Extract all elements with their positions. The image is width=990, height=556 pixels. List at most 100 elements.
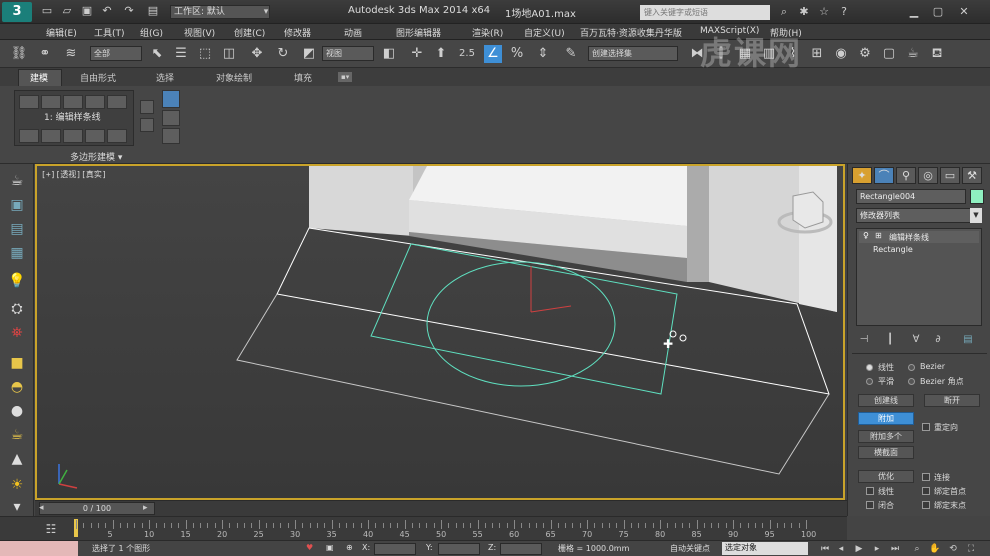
angle-snap-icon[interactable]: ∠ <box>484 45 502 63</box>
configure-sets-icon[interactable]: ▤ <box>960 332 976 348</box>
orbit-icon[interactable]: ⟲ <box>946 542 960 556</box>
ribbon-tool-b-icon[interactable] <box>140 118 154 132</box>
tab-modeling[interactable]: 建模 <box>30 71 48 84</box>
prev-frame-icon[interactable]: ◂ <box>39 502 49 515</box>
material-editor-icon[interactable]: ◉ <box>832 45 850 63</box>
create-line-button[interactable]: 创建线 <box>858 394 914 407</box>
layer-explorer-icon[interactable]: ▦ <box>8 244 26 262</box>
tab-populate[interactable]: 填充 <box>294 71 312 84</box>
maxscript-listener[interactable] <box>0 541 78 556</box>
attach-multiple-button[interactable]: 附加多个 <box>858 430 914 443</box>
object-name-field[interactable]: Rectangle004 <box>856 189 966 204</box>
menu-graph-editors[interactable]: 图形编辑器 <box>396 26 441 39</box>
stack-next-icon[interactable] <box>41 129 61 143</box>
star-icon[interactable]: ☆ <box>816 4 832 20</box>
menu-create[interactable]: 创建(C) <box>234 26 265 39</box>
community-icon[interactable]: ✱ <box>796 4 812 20</box>
open-file-icon[interactable]: ▱ <box>60 4 74 18</box>
save-file-icon[interactable]: ▣ <box>80 4 94 18</box>
show-end-result-icon[interactable]: ┃ <box>882 332 898 348</box>
polygon-mode-icon[interactable] <box>85 95 105 109</box>
menu-render[interactable]: 渲染(R) <box>472 26 503 39</box>
motion-tab-icon[interactable]: ◎ <box>918 167 938 184</box>
viewport-label[interactable]: [+][透视][真实] <box>41 169 107 180</box>
radio-bezier[interactable] <box>908 364 915 371</box>
connect-checkbox[interactable] <box>922 473 930 481</box>
unlink-icon[interactable]: ⚭ <box>36 45 54 63</box>
vertex-mode-icon[interactable] <box>19 95 39 109</box>
render-frame-icon[interactable]: ▢ <box>880 45 898 63</box>
radio-linear[interactable] <box>866 364 873 371</box>
light-icon[interactable]: 💡 <box>8 272 26 290</box>
hierarchy-tab-icon[interactable]: ⚲ <box>896 167 916 184</box>
viewport-layout-icon[interactable]: ▣ <box>8 196 26 214</box>
create-tab-icon[interactable]: ✦ <box>852 167 872 184</box>
keyboard-shortcut-icon[interactable]: ⬆ <box>432 45 450 63</box>
workspace-dropdown[interactable]: 工作区: 默认 <box>170 5 270 19</box>
display-tab-icon[interactable]: ▭ <box>940 167 960 184</box>
ribbon-tool-d-icon[interactable] <box>162 110 180 126</box>
lightbulb-icon[interactable]: ♀ <box>863 231 869 240</box>
refine-button[interactable]: 优化 <box>858 470 914 483</box>
perspective-viewport[interactable]: ✚ [+][透视][真实] <box>35 164 845 500</box>
element-mode-icon[interactable] <box>107 95 127 109</box>
x-coord-field[interactable] <box>374 543 416 555</box>
maximize-icon[interactable]: ▢ <box>930 4 946 20</box>
sphere-icon[interactable]: ● <box>8 402 26 420</box>
manipulate-icon[interactable]: ✛ <box>408 45 426 63</box>
camera-icon[interactable]: ⛭ <box>8 300 26 318</box>
bind-last-checkbox[interactable] <box>922 501 930 509</box>
time-slider[interactable]: 0 / 100 ◂ ▸ <box>35 500 847 516</box>
camera-red-icon[interactable]: ⛯ <box>8 324 26 342</box>
ribbon-group-label[interactable]: 多边形建模 ▾ <box>70 150 122 163</box>
percent-snap-icon[interactable]: % <box>508 45 526 63</box>
select-by-name-icon[interactable]: ☰ <box>172 45 190 63</box>
cone-icon[interactable]: ▲ <box>8 450 26 468</box>
autokey-button[interactable]: 自动关键点 <box>670 543 710 554</box>
teapot-yellow-icon[interactable]: ☕ <box>8 426 26 444</box>
pan-icon[interactable]: ✋ <box>928 542 942 556</box>
menu-view[interactable]: 视图(V) <box>184 26 215 39</box>
go-to-start-icon[interactable]: ⏮ <box>818 542 832 556</box>
ribbon-tool-c-icon[interactable] <box>162 90 180 108</box>
undo-icon[interactable]: ↶ <box>100 4 114 18</box>
time-slider-handle[interactable]: 0 / 100 <box>39 502 155 515</box>
sun-icon[interactable]: ☀ <box>8 476 26 494</box>
modifier-list-dropdown[interactable]: 修改器列表 <box>856 208 982 223</box>
render-icon[interactable]: ☕ <box>904 45 922 63</box>
show-end-result-icon[interactable] <box>63 129 83 143</box>
edit-named-sel-icon[interactable]: ✎ <box>562 45 580 63</box>
stack-item-rectangle[interactable]: Rectangle <box>873 245 913 254</box>
edge-mode-icon[interactable] <box>41 95 61 109</box>
isolate-icon[interactable]: ▣ <box>326 543 334 552</box>
spinner-snap-icon[interactable]: ⇕ <box>534 45 552 63</box>
chevron-down-icon[interactable]: ▾ <box>260 5 272 19</box>
render-setup-icon[interactable]: ⚙ <box>856 45 874 63</box>
key-filter-dropdown[interactable]: 选定对象 <box>722 542 808 555</box>
minimize-icon[interactable]: ▁ <box>906 4 922 20</box>
ribbon-tool-a-icon[interactable] <box>140 100 154 114</box>
close-icon[interactable]: ✕ <box>956 4 972 20</box>
project-folder-icon[interactable]: ▤ <box>146 4 160 18</box>
expand-tray-icon[interactable]: ▾ <box>8 498 26 516</box>
search-input[interactable]: 键入关键字或短语 <box>640 5 770 20</box>
schematic-icon[interactable]: ⊞ <box>808 45 826 63</box>
bind-first-checkbox[interactable] <box>922 487 930 495</box>
play-icon[interactable]: ▶ <box>852 542 866 556</box>
track-bar[interactable]: ☷ 5 10 15 20 25 30 35 40 45 50 55 60 65 70 75 80 85 90 95 1… <box>0 516 847 540</box>
absolute-mode-icon[interactable]: ⊕ <box>346 543 353 552</box>
redo-icon[interactable]: ↷ <box>122 4 136 18</box>
move-icon[interactable]: ✥ <box>248 45 266 63</box>
menu-animation[interactable]: 动画 <box>344 26 362 39</box>
object-color-swatch[interactable] <box>970 189 984 204</box>
ribbon-tool-e-icon[interactable] <box>162 128 180 144</box>
new-file-icon[interactable]: ▭ <box>40 4 54 18</box>
menu-customize[interactable]: 自定义(U) <box>524 26 565 39</box>
menu-edit[interactable]: 编辑(E) <box>46 26 77 39</box>
prev-key-icon[interactable]: ◂ <box>834 542 848 556</box>
menu-modifiers[interactable]: 修改器 <box>284 26 311 39</box>
zoom-icon[interactable]: ⌕ <box>910 542 924 556</box>
tab-selection[interactable]: 选择 <box>156 71 174 84</box>
teapot-icon[interactable]: ☕ <box>8 172 26 190</box>
ref-coord-dropdown[interactable]: 视图 <box>322 46 374 61</box>
